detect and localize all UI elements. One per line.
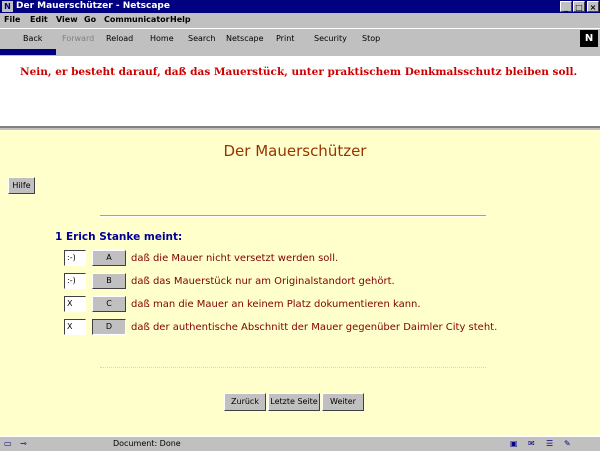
status-text: Document: Done xyxy=(113,439,181,448)
menu-view[interactable]: View xyxy=(56,13,78,27)
menu-communicator[interactable]: Communicator xyxy=(104,13,170,27)
toolbar-forward-button[interactable]: Forward xyxy=(62,33,94,45)
option-a-text: daß die Mauer nicht versetzt werden soll… xyxy=(131,253,339,264)
menu-edit[interactable]: Edit xyxy=(30,13,48,27)
option-c-button[interactable]: C xyxy=(92,296,126,312)
maximize-button[interactable]: □ xyxy=(573,1,585,12)
toolbar-home-button[interactable]: Home xyxy=(150,33,174,45)
toolbar-print-button[interactable]: Print xyxy=(276,33,294,45)
status-plug-icon: ⊸ xyxy=(20,439,27,448)
option-b-text: daß das Mauerstück nur am Originalstando… xyxy=(131,276,395,287)
toolbar-search-button[interactable]: Search xyxy=(188,33,215,45)
page-title: Der Mauerschützer xyxy=(223,142,367,160)
netscape-app-icon[interactable]: N xyxy=(2,1,13,12)
option-d-mark-field[interactable]: X xyxy=(64,319,86,335)
divider xyxy=(100,215,486,217)
next-nav-button[interactable]: Weiter xyxy=(322,393,364,411)
mail-icon[interactable]: ✉ xyxy=(528,439,535,449)
window-title: Der Mauerschützer - Netscape xyxy=(16,1,170,11)
answer-feedback-text: Nein, er besteht darauf, daß das Mauerst… xyxy=(20,66,578,78)
toolbar-stop-button[interactable]: Stop xyxy=(362,33,380,45)
quiz-frame: Der Mauerschützer Hilfe 1 Erich Stanke m… xyxy=(0,130,600,436)
help-button[interactable]: Hilfe xyxy=(8,177,35,194)
menu-bar: File Edit View Go Communicator Help xyxy=(0,13,600,27)
minimize-button[interactable]: _ xyxy=(560,1,572,12)
answer-frame: Nein, er besteht darauf, daß das Mauerst… xyxy=(0,56,600,128)
toolbar-netscape-button[interactable]: Netscape xyxy=(226,33,264,45)
option-a-mark-field[interactable]: :-) xyxy=(64,250,86,266)
option-b-mark-field[interactable]: :-) xyxy=(64,273,86,289)
toolbar-back-button[interactable]: Back xyxy=(23,33,42,45)
location-tab[interactable] xyxy=(0,49,56,55)
option-d-button[interactable]: D xyxy=(92,319,126,335)
title-bar: N Der Mauerschützer - Netscape _ □ × xyxy=(0,0,600,13)
connection-icon: ▭ xyxy=(4,439,12,448)
option-a-button[interactable]: A xyxy=(92,250,126,266)
option-c-mark-field[interactable]: X xyxy=(64,296,86,312)
discussion-icon[interactable]: ☰ xyxy=(546,439,553,449)
navigation-toolbar: Back Forward Reload Home Search Netscape… xyxy=(0,28,600,50)
back-nav-button[interactable]: Zurück xyxy=(224,393,266,411)
location-bar-collapsed[interactable] xyxy=(0,49,600,56)
toolbar-reload-button[interactable]: Reload xyxy=(106,33,133,45)
menu-help[interactable]: Help xyxy=(170,13,191,27)
option-b-button[interactable]: B xyxy=(92,273,126,289)
question-title: 1 Erich Stanke meint: xyxy=(55,231,183,243)
menu-file[interactable]: File xyxy=(4,13,20,27)
option-d-text: daß der authentische Abschnitt der Mauer… xyxy=(131,322,498,333)
component-bar-icon[interactable]: ▣ xyxy=(510,439,518,449)
status-bar: ▭ ⊸ Document: Done ▣ ✉ ☰ ✎ xyxy=(0,436,600,451)
menu-go[interactable]: Go xyxy=(84,13,96,27)
close-button[interactable]: × xyxy=(587,1,599,12)
option-c-text: daß man die Mauer an keinem Platz dokume… xyxy=(131,299,421,310)
bottom-divider xyxy=(100,367,486,368)
last-page-button[interactable]: Letzte Seite xyxy=(268,393,320,411)
composer-icon[interactable]: ✎ xyxy=(564,439,571,449)
toolbar-security-button[interactable]: Security xyxy=(314,33,347,45)
netscape-logo-icon: N xyxy=(580,30,598,47)
